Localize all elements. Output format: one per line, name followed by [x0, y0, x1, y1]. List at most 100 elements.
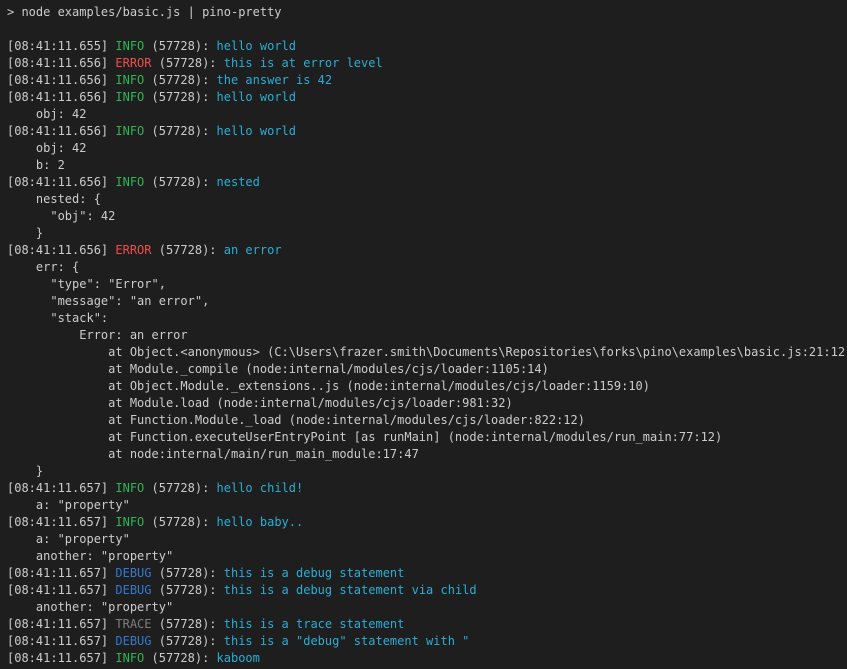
terminal-line: err: { — [7, 259, 847, 276]
terminal-line: nested: { — [7, 191, 847, 208]
terminal-line: another: "property" — [7, 599, 847, 616]
terminal-line: a: "property" — [7, 497, 847, 514]
log-level-info: INFO — [115, 515, 144, 529]
log-level-debug: DEBUG — [115, 634, 151, 648]
timestamp: [08:41:11.657] — [7, 583, 115, 597]
timestamp: [08:41:11.657] — [7, 566, 115, 580]
terminal-line: another: "property" — [7, 548, 847, 565]
timestamp: [08:41:11.656] — [7, 243, 115, 257]
log-property: err: { — [7, 260, 79, 274]
stack-line: at node:internal/main/run_main_module:17… — [7, 447, 419, 461]
terminal-line: [08:41:11.657] INFO (57728): kaboom — [7, 650, 847, 667]
log-level-info: INFO — [115, 481, 144, 495]
log-property: "type": "Error", — [7, 277, 166, 291]
log-level-info: INFO — [115, 651, 144, 665]
pid: (57728): — [144, 515, 216, 529]
stack-line: at Function.Module._load (node:internal/… — [7, 413, 585, 427]
log-property: a: "property" — [7, 498, 130, 512]
terminal-output[interactable]: > node examples/basic.js | pino-pretty [0… — [0, 0, 847, 669]
terminal-line: "obj": 42 — [7, 208, 847, 225]
terminal-line: obj: 42 — [7, 106, 847, 123]
pid: (57728): — [144, 124, 216, 138]
terminal-line: [08:41:11.657] DEBUG (57728): this is a … — [7, 582, 847, 599]
log-level-trace: TRACE — [115, 617, 151, 631]
log-message: this is a debug statement via child — [224, 583, 477, 597]
terminal-line: } — [7, 463, 847, 480]
log-property: another: "property" — [7, 549, 173, 563]
terminal-line: [08:41:11.656] ERROR (57728): an error — [7, 242, 847, 259]
terminal-line: "stack": — [7, 310, 847, 327]
log-level-info: INFO — [115, 90, 144, 104]
log-level-debug: DEBUG — [115, 583, 151, 597]
terminal-line: Error: an error — [7, 327, 847, 344]
pid: (57728): — [144, 175, 216, 189]
timestamp: [08:41:11.656] — [7, 56, 115, 70]
timestamp: [08:41:11.657] — [7, 515, 115, 529]
terminal-line: at Object.<anonymous> (C:\Users\frazer.s… — [7, 344, 847, 361]
terminal-line: a: "property" — [7, 531, 847, 548]
timestamp: [08:41:11.656] — [7, 175, 115, 189]
timestamp: [08:41:11.657] — [7, 481, 115, 495]
pid: (57728): — [144, 651, 216, 665]
timestamp: [08:41:11.657] — [7, 617, 115, 631]
terminal-line: [08:41:11.657] DEBUG (57728): this is a … — [7, 565, 847, 582]
terminal-line: [08:41:11.656] ERROR (57728): this is at… — [7, 55, 847, 72]
log-message: hello world — [217, 39, 296, 53]
log-message: this is a "debug" statement with " — [224, 634, 470, 648]
log-message: hello baby.. — [217, 515, 304, 529]
stack-line: at Object.Module._extensions..js (node:i… — [7, 379, 650, 393]
log-level-error: ERROR — [115, 56, 151, 70]
log-level-info: INFO — [115, 175, 144, 189]
pid: (57728): — [152, 566, 224, 580]
log-property: another: "property" — [7, 600, 173, 614]
log-property: a: "property" — [7, 532, 130, 546]
pid: (57728): — [152, 56, 224, 70]
terminal-line: [08:41:11.655] INFO (57728): hello world — [7, 38, 847, 55]
timestamp: [08:41:11.657] — [7, 651, 115, 665]
log-level-info: INFO — [115, 73, 144, 87]
log-message: the answer is 42 — [217, 73, 333, 87]
terminal-line: [08:41:11.656] INFO (57728): nested — [7, 174, 847, 191]
log-property: obj: 42 — [7, 141, 86, 155]
log-message: this is a trace statement — [224, 617, 405, 631]
log-level-error: ERROR — [115, 243, 151, 257]
log-property: b: 2 — [7, 158, 65, 172]
pid: (57728): — [152, 583, 224, 597]
log-message: an error — [224, 243, 282, 257]
log-message: nested — [217, 175, 260, 189]
pid: (57728): — [144, 39, 216, 53]
terminal-line — [7, 21, 847, 38]
log-level-info: INFO — [115, 124, 144, 138]
terminal-line: [08:41:11.657] TRACE (57728): this is a … — [7, 616, 847, 633]
pid: (57728): — [152, 243, 224, 257]
stack-line: at Module._compile (node:internal/module… — [7, 362, 549, 376]
terminal-line: [08:41:11.656] INFO (57728): the answer … — [7, 72, 847, 89]
terminal-line: at Module.load (node:internal/modules/cj… — [7, 395, 847, 412]
terminal-line: at Module._compile (node:internal/module… — [7, 361, 847, 378]
log-level-info: INFO — [115, 39, 144, 53]
terminal-line: } — [7, 225, 847, 242]
stack-line: at Function.executeUserEntryPoint [as ru… — [7, 430, 722, 444]
stack-line: at Object.<anonymous> (C:\Users\frazer.s… — [7, 345, 847, 359]
log-message: hello child! — [217, 481, 304, 495]
stack-line: Error: an error — [7, 328, 188, 342]
log-message: kaboom — [217, 651, 260, 665]
log-property: nested: { — [7, 192, 101, 206]
command: > node examples/basic.js | pino-pretty — [7, 5, 282, 19]
terminal-line: at Object.Module._extensions..js (node:i… — [7, 378, 847, 395]
log-message: hello world — [217, 124, 296, 138]
log-property: } — [7, 464, 43, 478]
terminal-line: at node:internal/main/run_main_module:17… — [7, 446, 847, 463]
terminal-line: obj: 42 — [7, 140, 847, 157]
terminal-line: "message": "an error", — [7, 293, 847, 310]
log-property: "obj": 42 — [7, 209, 115, 223]
terminal-line: at Function.executeUserEntryPoint [as ru… — [7, 429, 847, 446]
terminal-line: [08:41:11.657] INFO (57728): hello child… — [7, 480, 847, 497]
timestamp: [08:41:11.657] — [7, 634, 115, 648]
pid: (57728): — [144, 481, 216, 495]
timestamp: [08:41:11.656] — [7, 73, 115, 87]
log-property: "stack": — [7, 311, 108, 325]
terminal-line: b: 2 — [7, 157, 847, 174]
log-level-debug: DEBUG — [115, 566, 151, 580]
pid: (57728): — [144, 90, 216, 104]
